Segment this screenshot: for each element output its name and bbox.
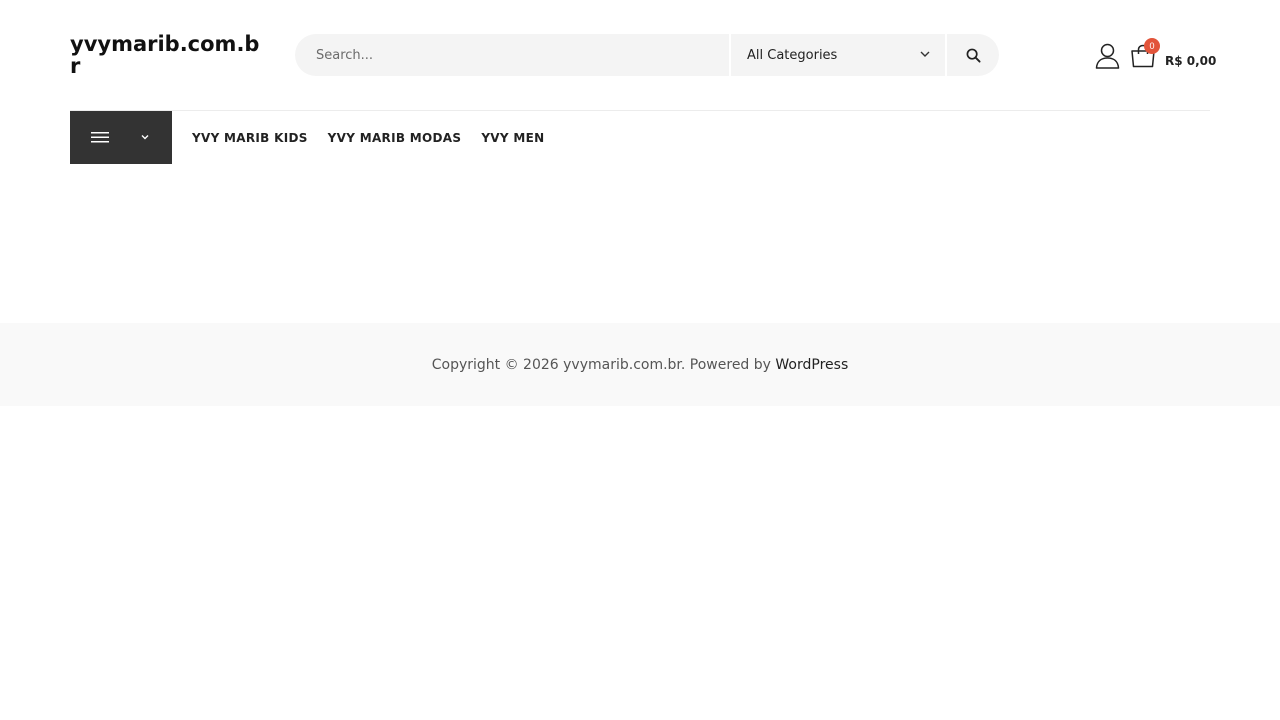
primary-menu: YVY MARIB KIDS YVY MARIB MODAS YVY MEN xyxy=(192,111,544,164)
menu-item-yvy-marib-modas: YVY MARIB MODAS xyxy=(328,129,462,147)
category-select[interactable]: All Categories xyxy=(731,34,945,76)
wordpress-link[interactable]: WordPress xyxy=(775,357,848,373)
user-icon[interactable] xyxy=(1095,43,1120,69)
menu-item-yvy-marib-kids: YVY MARIB KIDS xyxy=(192,129,308,147)
cart-total[interactable]: R$ 0,00 xyxy=(1165,54,1216,68)
main-navigation: YVY MARIB KIDS YVY MARIB MODAS YVY MEN xyxy=(70,111,1210,164)
site-footer: Copyright © 2026 yvymarib.com.br. Powere… xyxy=(0,323,1280,406)
categories-toggle-button[interactable] xyxy=(70,111,172,164)
nav-link-yvy-marib-modas[interactable]: YVY MARIB MODAS xyxy=(328,131,462,145)
chevron-down-icon xyxy=(920,51,930,57)
search-input[interactable] xyxy=(295,34,729,76)
search-icon xyxy=(966,48,981,63)
nav-link-yvy-men[interactable]: YVY MEN xyxy=(481,131,544,145)
site-title-link[interactable]: yvymarib.com.br xyxy=(70,33,260,77)
search-button[interactable] xyxy=(947,34,999,76)
chevron-down-icon xyxy=(141,135,149,140)
hamburger-icon xyxy=(91,132,109,143)
copyright-text: Copyright © 2026 yvymarib.com.br. Powere… xyxy=(431,356,776,373)
cart-count-badge: 0 xyxy=(1144,38,1160,54)
footer-copyright: Copyright © 2026 yvymarib.com.br. Powere… xyxy=(432,357,849,373)
site-header: yvymarib.com.br All Categories 0 R$ 0,00 xyxy=(0,0,1280,110)
search-bar: All Categories xyxy=(295,34,999,76)
nav-link-yvy-marib-kids[interactable]: YVY MARIB KIDS xyxy=(192,131,308,145)
menu-item-yvy-men: YVY MEN xyxy=(481,129,544,147)
category-select-value: All Categories xyxy=(747,47,838,63)
